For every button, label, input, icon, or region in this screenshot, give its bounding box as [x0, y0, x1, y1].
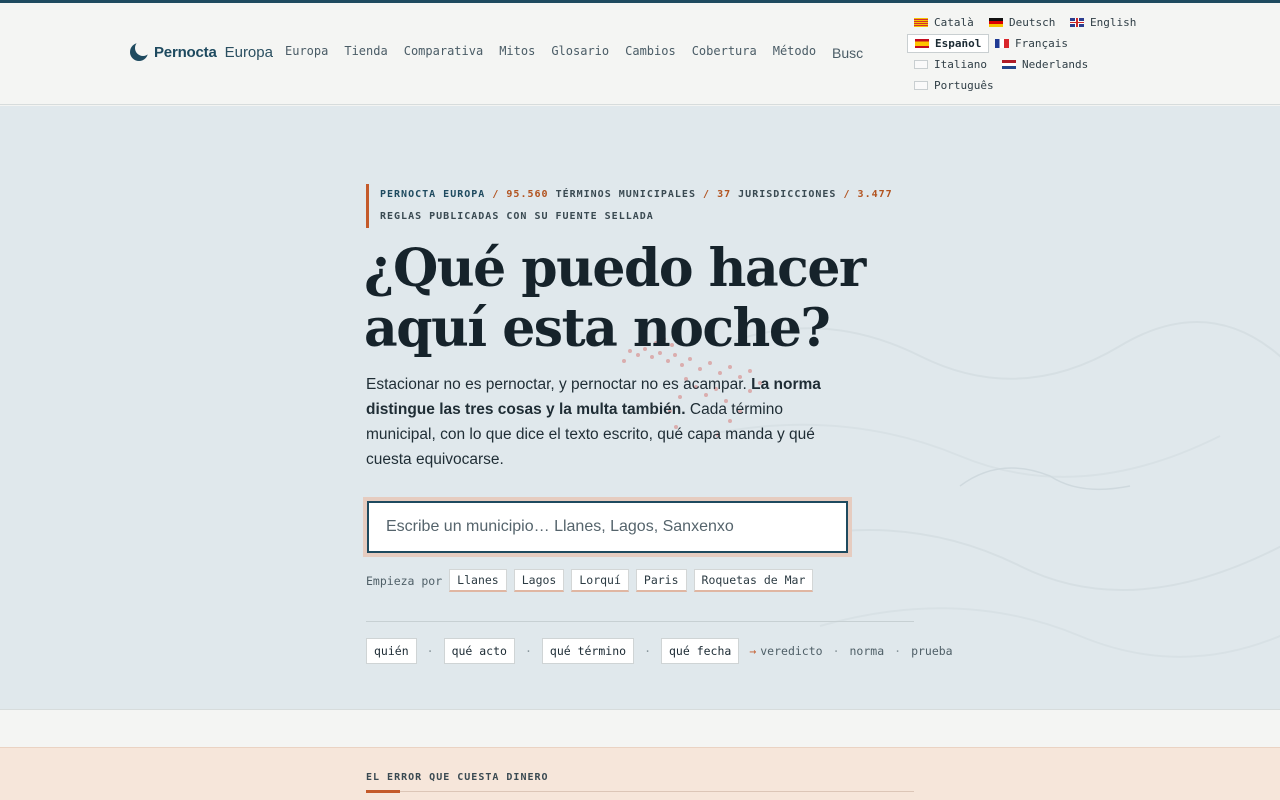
flow-dot: ·	[426, 644, 434, 658]
municipality-search-input[interactable]	[367, 501, 848, 553]
lang-label: Español	[935, 37, 982, 50]
pt-flag-icon	[914, 81, 928, 90]
nav-glosario[interactable]: Glosario	[551, 44, 609, 58]
nl-flag-icon	[1002, 60, 1016, 69]
start-suggestions: Empieza por Llanes Lagos Lorquí Paris Ro…	[366, 569, 814, 592]
flow-dot: ·	[644, 644, 651, 658]
lang-ca[interactable]: Català	[907, 13, 981, 32]
lang-label: Italiano	[934, 58, 987, 71]
suggestion-chip-lorqui[interactable]: Lorquí	[571, 569, 629, 592]
lang-label: English	[1090, 16, 1137, 29]
lang-it[interactable]: Italiano	[907, 55, 994, 74]
flow-step-quien[interactable]: quién	[366, 638, 417, 664]
kicker-count-jurisdicciones: 37	[717, 189, 732, 200]
ca-flag-icon	[914, 18, 928, 27]
nav-comparativa[interactable]: Comparativa	[404, 44, 483, 58]
warning-section: EL ERROR QUE CUESTA DINERO	[0, 747, 1280, 800]
lang-label: Nederlands	[1022, 58, 1089, 71]
it-flag-icon	[914, 60, 928, 69]
spacer-band	[0, 709, 1280, 747]
nav-metodo[interactable]: Método	[773, 44, 816, 58]
page-title: ¿Qué puedo hacer aquí esta noche?	[364, 239, 884, 359]
flow-step-termino[interactable]: qué término	[541, 638, 635, 664]
kicker-text-jurisdicciones: JURISDICCIONES	[738, 189, 837, 200]
warning-rule	[366, 791, 914, 792]
nav-europa[interactable]: Europa	[285, 44, 328, 58]
brand-logo[interactable]: Pernocta Europa	[130, 40, 273, 61]
kicker-sep: /	[703, 189, 711, 200]
hero-section: PERNOCTA EUROPA / 95.560 TÉRMINOS MUNICI…	[0, 106, 1280, 709]
main-nav: Europa Tienda Comparativa Mitos Glosario…	[285, 44, 816, 58]
kicker-count-municipios: 95.560	[506, 189, 549, 200]
suggestion-chip-paris[interactable]: Paris	[635, 569, 687, 592]
gb-flag-icon	[1070, 18, 1084, 27]
de-flag-icon	[989, 18, 1003, 27]
brand-sub: Europa	[224, 43, 273, 61]
flow-result-norma: norma	[849, 644, 885, 658]
es-flag-icon	[915, 39, 929, 48]
lang-pt[interactable]: Português	[907, 76, 1001, 95]
lang-label: Català	[934, 16, 974, 29]
suggestion-chip-llanes[interactable]: Llanes	[449, 569, 507, 592]
nav-tienda[interactable]: Tienda	[344, 44, 387, 58]
site-header: Pernocta Europa Europa Tienda Comparativ…	[0, 3, 1280, 105]
municipality-search	[363, 497, 852, 557]
kicker-sep: /	[492, 189, 500, 200]
lead-text-1: Estacionar no es pernoctar, y pernoctar …	[366, 376, 747, 393]
nav-cobertura[interactable]: Cobertura	[692, 44, 757, 58]
arrow-right-icon: →	[749, 644, 757, 658]
lang-es[interactable]: Español	[907, 34, 990, 53]
header-search[interactable]: Busc	[832, 45, 863, 61]
verdict-flow: quién · qué acto · qué término · qué fec…	[366, 638, 953, 664]
fr-flag-icon	[995, 39, 1009, 48]
flow-step-fecha[interactable]: qué fecha	[661, 638, 740, 664]
lang-nl[interactable]: Nederlands	[995, 55, 1095, 74]
headline-line-2: aquí esta noche?	[364, 298, 831, 359]
kicker-text-municipios: TÉRMINOS MUNICIPALES	[555, 189, 696, 200]
kicker-text-reglas: REGLAS PUBLICADAS CON SU FUENTE SELLADA	[380, 211, 654, 222]
flow-dot: ·	[894, 644, 902, 658]
warning-accent	[366, 790, 400, 793]
nav-mitos[interactable]: Mitos	[499, 44, 535, 58]
hero-divider	[366, 621, 914, 622]
flow-result-prueba: prueba	[911, 644, 953, 658]
lang-label: Français	[1015, 37, 1068, 50]
lang-label: Português	[934, 79, 994, 92]
lang-en[interactable]: English	[1063, 13, 1143, 32]
suggestion-chip-roquetas[interactable]: Roquetas de Mar	[693, 569, 814, 592]
kicker-brand: PERNOCTA EUROPA	[380, 189, 486, 200]
nav-cambios[interactable]: Cambios	[625, 44, 676, 58]
warning-title: EL ERROR QUE CUESTA DINERO	[366, 772, 549, 783]
kicker-count-reglas: 3.477	[857, 189, 893, 200]
lang-label: Deutsch	[1009, 16, 1056, 29]
suggestion-chip-lagos[interactable]: Lagos	[513, 569, 565, 592]
hero-kicker: PERNOCTA EUROPA / 95.560 TÉRMINOS MUNICI…	[366, 184, 926, 228]
flow-result-veredicto: veredicto	[760, 644, 823, 658]
flow-dot: ·	[832, 644, 840, 658]
brand-name: Pernocta	[154, 43, 217, 61]
flow-dot: ·	[524, 644, 532, 658]
start-label: Empieza por	[366, 573, 443, 588]
headline-line-1: ¿Qué puedo hacer	[364, 238, 866, 299]
flow-step-acto[interactable]: qué acto	[443, 638, 515, 664]
lang-fr[interactable]: Français	[988, 34, 1075, 53]
kicker-sep: /	[843, 189, 851, 200]
crescent-moon-icon	[130, 40, 151, 61]
lang-de[interactable]: Deutsch	[982, 13, 1062, 32]
hero-lead: Estacionar no es pernoctar, y pernoctar …	[366, 372, 826, 472]
